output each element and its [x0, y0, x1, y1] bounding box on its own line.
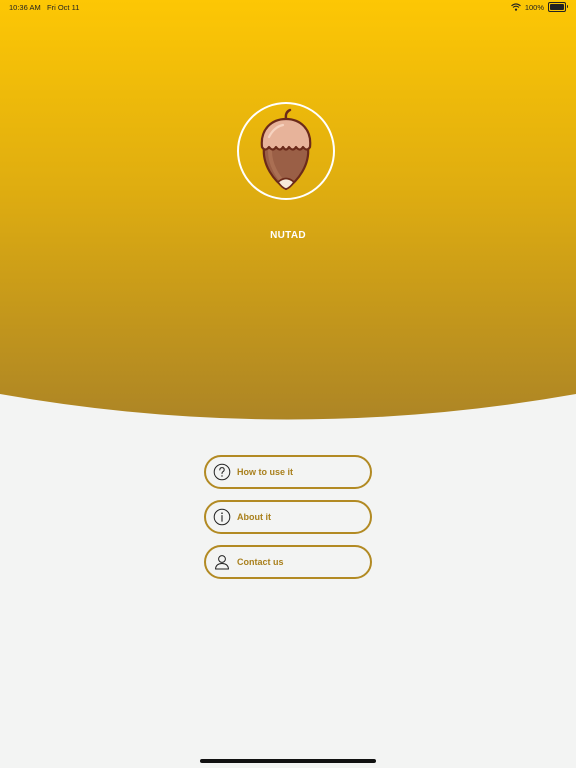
status-bar: 10:36 AM Fri Oct 11 100%	[0, 0, 576, 14]
how-to-use-button[interactable]: How to use it	[204, 455, 372, 489]
user-icon	[213, 553, 231, 571]
home-indicator[interactable]	[200, 759, 376, 763]
main-menu: How to use it About it Contact us	[204, 455, 372, 590]
info-circle-icon	[213, 508, 231, 526]
app-logo	[237, 102, 335, 200]
battery-percent: 100%	[524, 2, 544, 12]
hazelnut-icon	[260, 108, 312, 191]
wifi-icon	[510, 3, 521, 11]
question-circle-icon	[213, 463, 231, 481]
status-right: 100%	[510, 2, 568, 12]
about-button[interactable]: About it	[204, 500, 372, 534]
status-date: Fri Oct 11	[47, 3, 80, 12]
contact-us-button[interactable]: Contact us	[204, 545, 372, 579]
battery-icon	[548, 2, 568, 12]
contact-us-label: Contact us	[237, 557, 284, 567]
header-hero: 10:36 AM Fri Oct 11 100% NUTAD	[0, 0, 576, 420]
about-label: About it	[237, 512, 271, 522]
how-to-use-label: How to use it	[237, 467, 293, 477]
status-time: 10:36 AM	[9, 3, 41, 12]
hero-background	[0, 0, 576, 420]
app-name: NUTAD	[270, 230, 306, 241]
